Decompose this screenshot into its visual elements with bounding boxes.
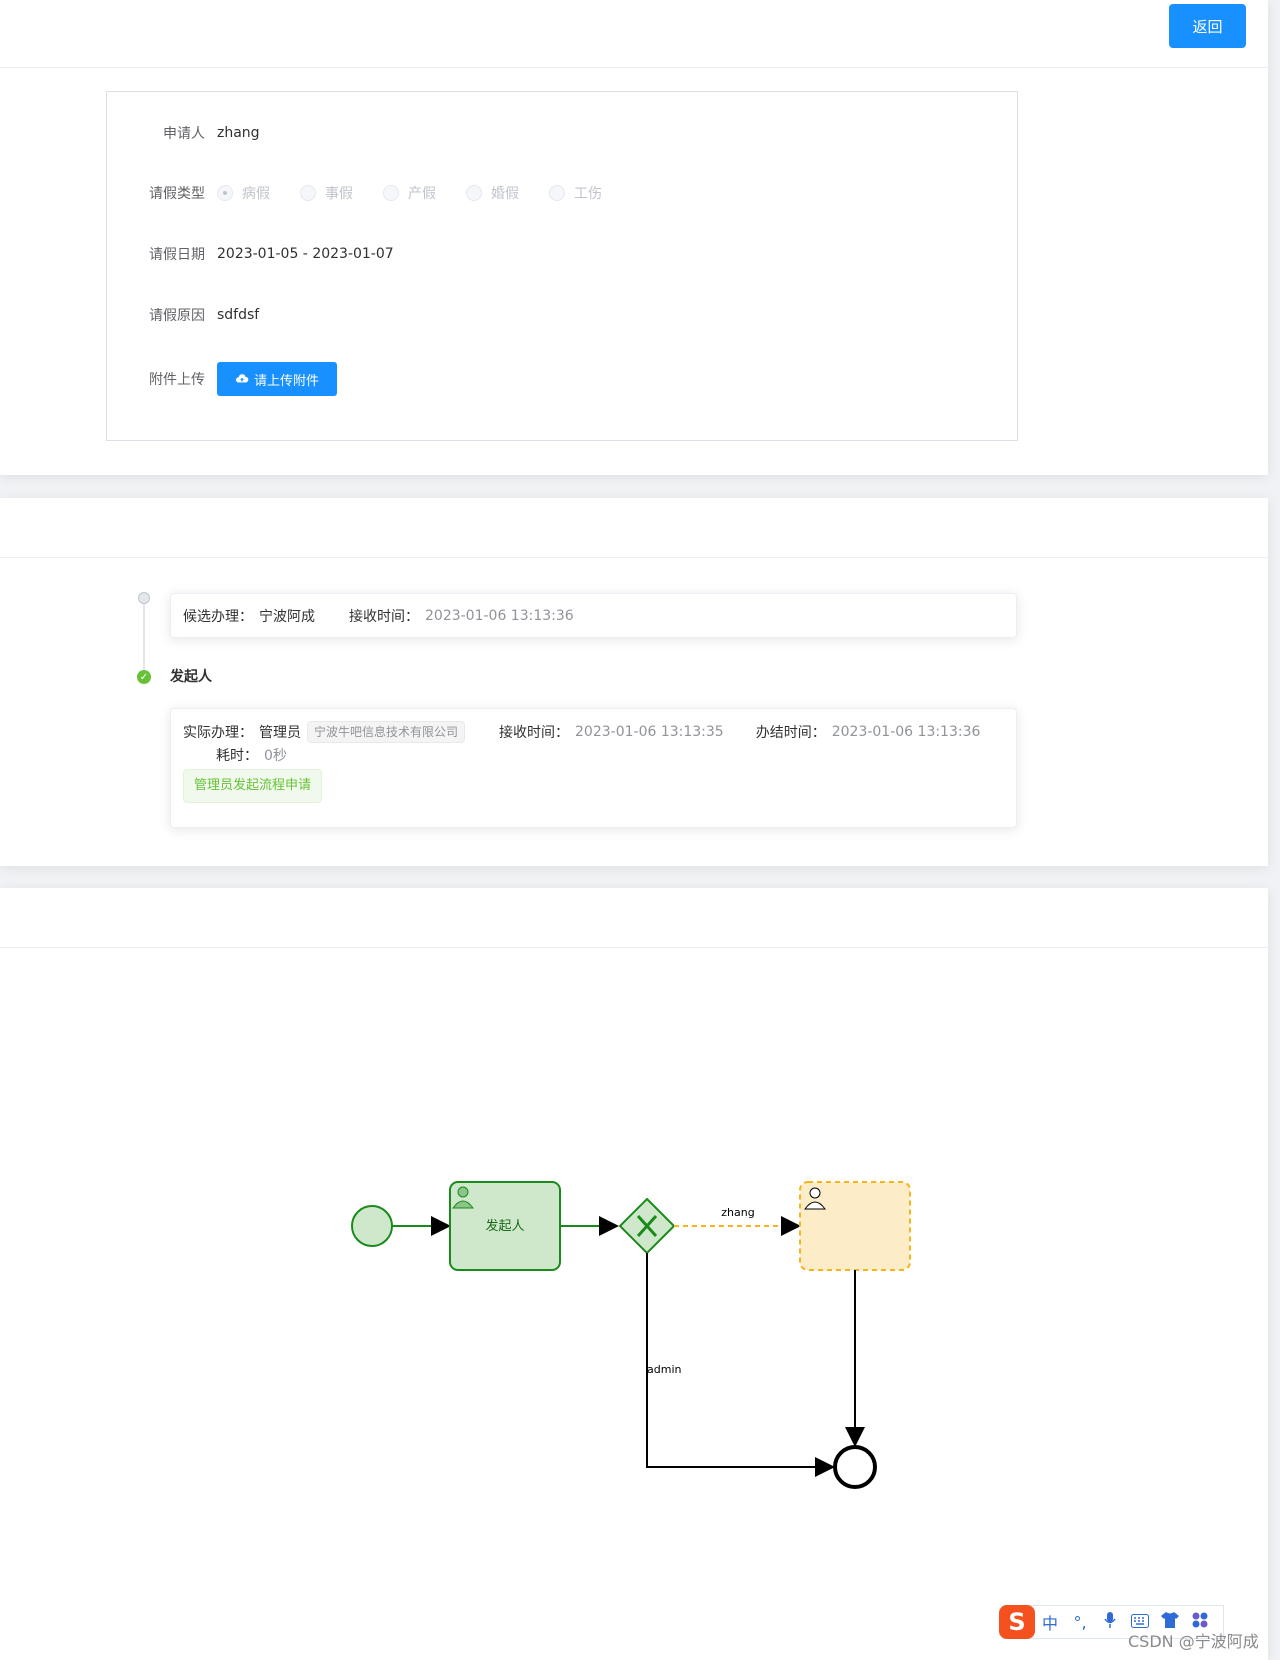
ime-chinese-toggle[interactable]: 中 <box>1035 1610 1065 1634</box>
start-event[interactable] <box>351 1205 393 1247</box>
attachment-row: 附件上传 请上传附件 <box>107 362 338 396</box>
cloud-upload-icon <box>235 374 249 383</box>
leave-type-label: 请假类型 <box>149 186 205 202</box>
duration-line: 耗时： 0秒 <box>183 743 1004 767</box>
receive-time-label: 接收时间： <box>499 725 570 741</box>
finish-time-value: 2023-01-06 13:13:36 <box>831 724 981 740</box>
actual-handler-label: 实际办理： <box>183 725 253 741</box>
task-initiator[interactable]: 发起人 <box>449 1181 561 1271</box>
timeline-item-pending: 候选办理： 宁波阿成 接收时间： 2023-01-06 13:13:36 <box>170 593 1017 638</box>
radio-sick-leave[interactable]: 病假 <box>217 183 270 203</box>
timeline-connector <box>143 598 145 670</box>
reason-label: 请假原因 <box>149 308 205 324</box>
task-initiator-label: 发起人 <box>485 1218 524 1234</box>
radio-dot-icon <box>466 185 482 201</box>
ime-punctuation-toggle[interactable]: °, <box>1065 1613 1095 1632</box>
duration-value: 0秒 <box>264 748 287 764</box>
upload-button-label: 请上传附件 <box>254 373 320 389</box>
date-value: 2023-01-05 - 2023-01-07 <box>217 246 394 262</box>
flow-label-zhang: zhang <box>721 1206 754 1219</box>
flow-card-header <box>0 498 1268 558</box>
check-circle-icon: ✓ <box>137 670 151 684</box>
process-diagram-card: 发起人 zhang admin <box>0 888 1268 1660</box>
comment-tag: 管理员发起流程申请 <box>183 769 323 803</box>
radio-dot-icon <box>217 185 233 201</box>
actual-handler-value: 管理员 <box>259 725 301 741</box>
upload-button[interactable]: 请上传附件 <box>217 362 338 396</box>
leave-form: 申请人 zhang 请假类型 病假 事假 产假 婚假 工伤 请假日期 2023-… <box>106 91 1018 441</box>
sequence-flow-admin[interactable] <box>646 1253 835 1477</box>
form-card-header: 返回 <box>0 0 1268 68</box>
task-pending[interactable] <box>799 1181 911 1271</box>
company-tag: 宁波牛吧信息技术有限公司 <box>307 721 466 743</box>
comment-line: 管理员发起流程申请 <box>183 769 1004 803</box>
applicant-row: 申请人 zhang <box>107 119 260 147</box>
duration-label: 耗时： <box>216 748 258 764</box>
applicant-label: 申请人 <box>163 126 205 142</box>
radio-dot-icon <box>300 185 316 201</box>
radio-dot-icon <box>383 185 399 201</box>
watermark: CSDN @宁波阿成 <box>1128 1632 1259 1651</box>
flow-record-card: 候选办理： 宁波阿成 接收时间： 2023-01-06 13:13:36 ✓ 发… <box>0 498 1268 866</box>
radio-injury-leave[interactable]: 工伤 <box>549 183 602 203</box>
receive-time-value: 2023-01-06 13:13:35 <box>575 724 724 740</box>
candidate-value: 宁波阿成 <box>259 608 315 625</box>
sogou-logo-icon: S <box>999 1605 1035 1639</box>
radio-dot-icon <box>549 185 565 201</box>
bpmn-diagram: 发起人 zhang admin <box>351 1181 911 1489</box>
reason-row: 请假原因 sdfdsf <box>107 301 259 329</box>
radio-marriage-leave[interactable]: 婚假 <box>466 183 519 203</box>
finish-time-label: 办结时间： <box>755 725 826 741</box>
date-row: 请假日期 2023-01-05 - 2023-01-07 <box>107 240 394 268</box>
reason-value: sdfdsf <box>217 307 260 323</box>
candidate-label: 候选办理： <box>183 608 253 625</box>
leave-type-row: 请假类型 病假 事假 产假 婚假 工伤 <box>107 179 632 207</box>
end-event[interactable] <box>833 1445 877 1489</box>
timeline-item-title: 发起人 <box>170 669 212 685</box>
attachment-label: 附件上传 <box>149 372 205 388</box>
exclusive-gateway[interactable] <box>618 1197 676 1255</box>
applicant-value: zhang <box>217 125 260 141</box>
leave-type-radio-group: 病假 事假 产假 婚假 工伤 <box>217 183 632 203</box>
flow-label-admin: admin <box>647 1363 681 1376</box>
form-card: 返回 申请人 zhang 请假类型 病假 事假 产假 婚假 工伤 请假日期 20… <box>0 0 1268 475</box>
done-info-line: 实际办理： 管理员 宁波牛吧信息技术有限公司 接收时间： 2023-01-06 … <box>183 721 1004 743</box>
mic-icon[interactable] <box>1095 1612 1125 1632</box>
radio-personal-leave[interactable]: 事假 <box>300 183 353 203</box>
date-label: 请假日期 <box>149 247 205 263</box>
back-button[interactable]: 返回 <box>1169 4 1246 48</box>
receive-time-value: 2023-01-06 13:13:36 <box>425 607 574 624</box>
receive-time-label: 接收时间： <box>349 608 419 625</box>
clock-icon <box>138 592 150 604</box>
radio-maternity-leave[interactable]: 产假 <box>383 183 436 203</box>
timeline-item-done: 实际办理： 管理员 宁波牛吧信息技术有限公司 接收时间： 2023-01-06 … <box>170 708 1017 828</box>
